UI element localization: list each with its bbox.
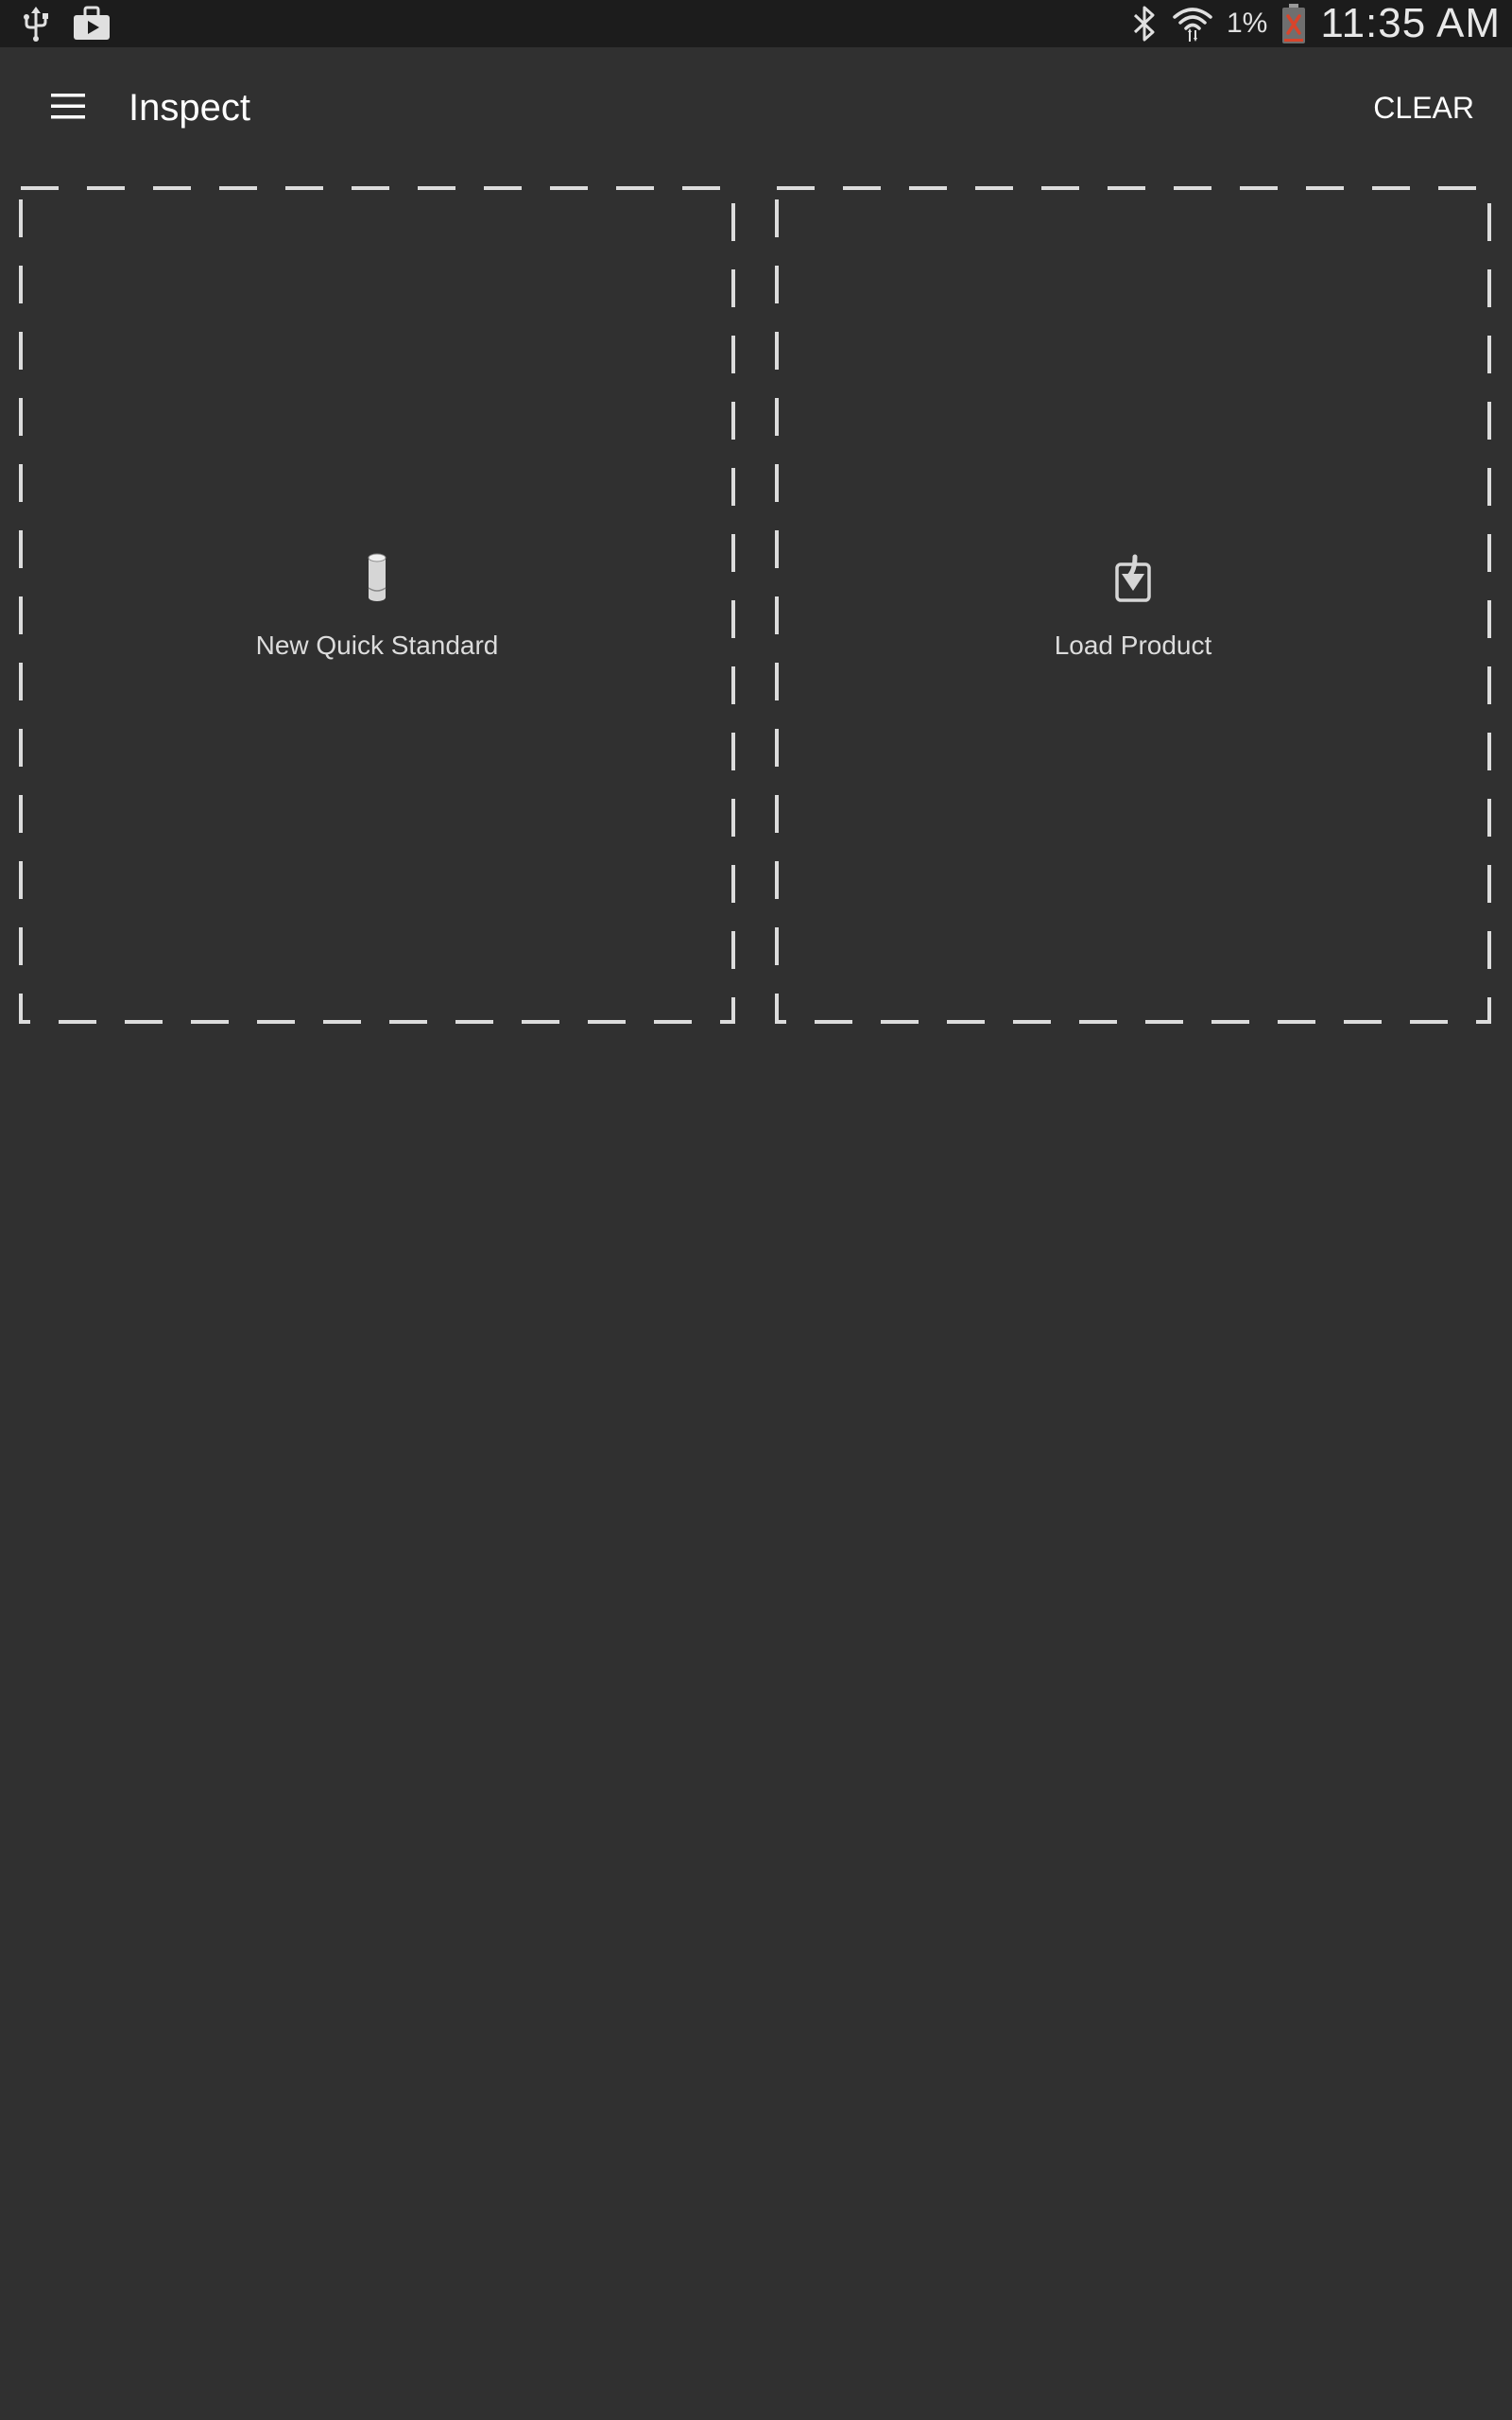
load-download-icon bbox=[1105, 549, 1161, 606]
menu-button[interactable] bbox=[34, 74, 102, 142]
tile-label: Load Product bbox=[1054, 631, 1212, 660]
load-product-tile[interactable]: Load Product bbox=[775, 186, 1491, 1024]
tile-content: New Quick Standard bbox=[19, 186, 735, 1024]
cylinder-icon bbox=[349, 549, 405, 606]
hamburger-menu-icon bbox=[49, 92, 87, 125]
status-left-icons bbox=[21, 0, 112, 47]
battery-low-icon bbox=[1280, 3, 1307, 44]
app-bar: Inspect CLEAR bbox=[0, 47, 1512, 168]
new-quick-standard-tile[interactable]: New Quick Standard bbox=[19, 186, 735, 1024]
battery-percent: 1% bbox=[1227, 8, 1268, 39]
status-bar: 1% 11:35 AM bbox=[0, 0, 1512, 47]
usb-icon bbox=[21, 5, 51, 43]
briefcase-icon bbox=[72, 6, 112, 42]
clear-button[interactable]: CLEAR bbox=[1362, 78, 1486, 138]
tile-label: New Quick Standard bbox=[255, 631, 499, 660]
clock: 11:35 AM bbox=[1320, 0, 1501, 46]
bluetooth-icon bbox=[1130, 4, 1159, 43]
action-tiles: New Quick Standard Load Product bbox=[19, 186, 1493, 1026]
status-right-icons: 1% 11:35 AM bbox=[1130, 0, 1501, 47]
tile-content: Load Product bbox=[775, 186, 1491, 1024]
page-title: Inspect bbox=[129, 87, 250, 129]
wifi-icon bbox=[1172, 4, 1213, 43]
